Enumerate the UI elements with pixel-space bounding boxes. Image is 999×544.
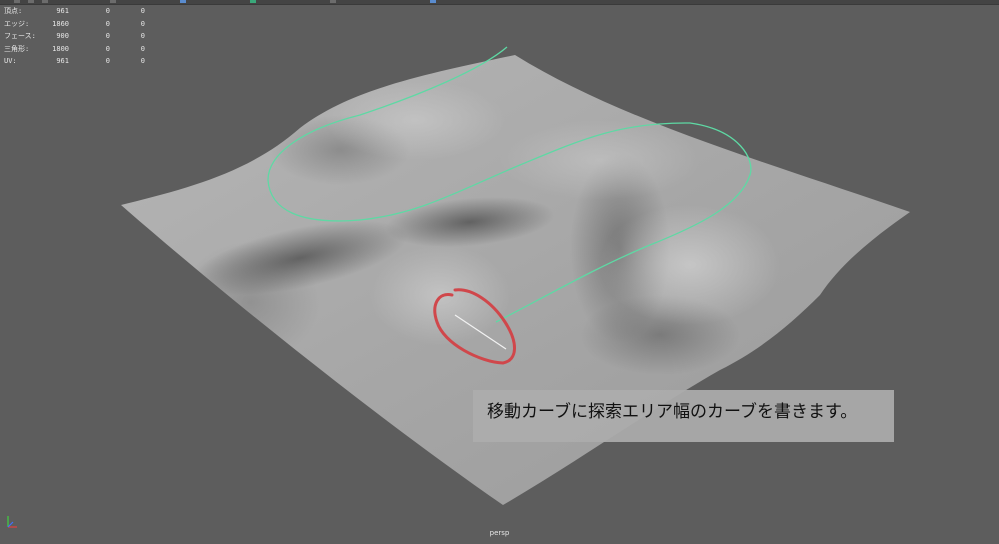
hud-label: 三角形: <box>4 44 30 53</box>
hud-label: UV: <box>4 57 17 65</box>
hud-value: 0 <box>140 44 145 53</box>
toolbar-icon[interactable] <box>180 0 186 3</box>
toolbar-icon[interactable] <box>110 0 116 3</box>
hud-value: 0 <box>105 44 110 53</box>
hud-value: 0 <box>105 7 110 15</box>
toolbar-icon[interactable] <box>14 0 20 3</box>
hud-row-uvs: UV: 961 0 0 <box>4 55 154 68</box>
hud-row-vertices: 頂点: 961 0 0 <box>4 5 154 18</box>
hud-value: 961 <box>56 7 69 15</box>
toolbar-icon[interactable] <box>42 0 48 3</box>
hud-value: 0 <box>105 19 110 28</box>
hud-value: 0 <box>140 57 145 65</box>
caption-text: 移動カーブに探索エリア幅のカーブを書きます。 <box>487 402 858 422</box>
hud-label: フェース: <box>4 32 36 40</box>
hud-value: 0 <box>105 32 110 40</box>
hud-value: 1860 <box>52 19 69 28</box>
hud-value: 0 <box>140 7 145 15</box>
hud-value: 0 <box>140 19 145 28</box>
hud-value: 0 <box>140 32 145 40</box>
hud-value: 1800 <box>52 44 69 53</box>
caption-box: 移動カーブに探索エリア幅のカーブを書きます。 <box>473 390 894 442</box>
toolbar-icon[interactable] <box>430 0 436 3</box>
toolbar-icon[interactable] <box>250 0 256 3</box>
hud-value: 900 <box>56 32 69 40</box>
hud-value: 961 <box>56 57 69 65</box>
hud-row-edges: エッジ: 1860 0 0 <box>4 18 154 31</box>
hud-label: エッジ: <box>4 19 30 28</box>
hud-row-faces: フェース: 900 0 0 <box>4 30 154 43</box>
axis-gizmo-icon <box>7 516 17 528</box>
hud-value: 0 <box>105 57 110 65</box>
scene-svg <box>121 46 910 505</box>
camera-label: persp <box>489 529 510 537</box>
hud-row-triangles: 三角形: 1800 0 0 <box>4 43 154 56</box>
toolbar-icon[interactable] <box>330 0 336 3</box>
toolbar-icon[interactable] <box>28 0 34 3</box>
heads-up-display: 頂点: 961 0 0 エッジ: 1860 0 0 フェース: 900 0 0 … <box>4 5 154 68</box>
viewport-3d[interactable] <box>0 0 999 540</box>
hud-label: 頂点: <box>4 7 23 15</box>
